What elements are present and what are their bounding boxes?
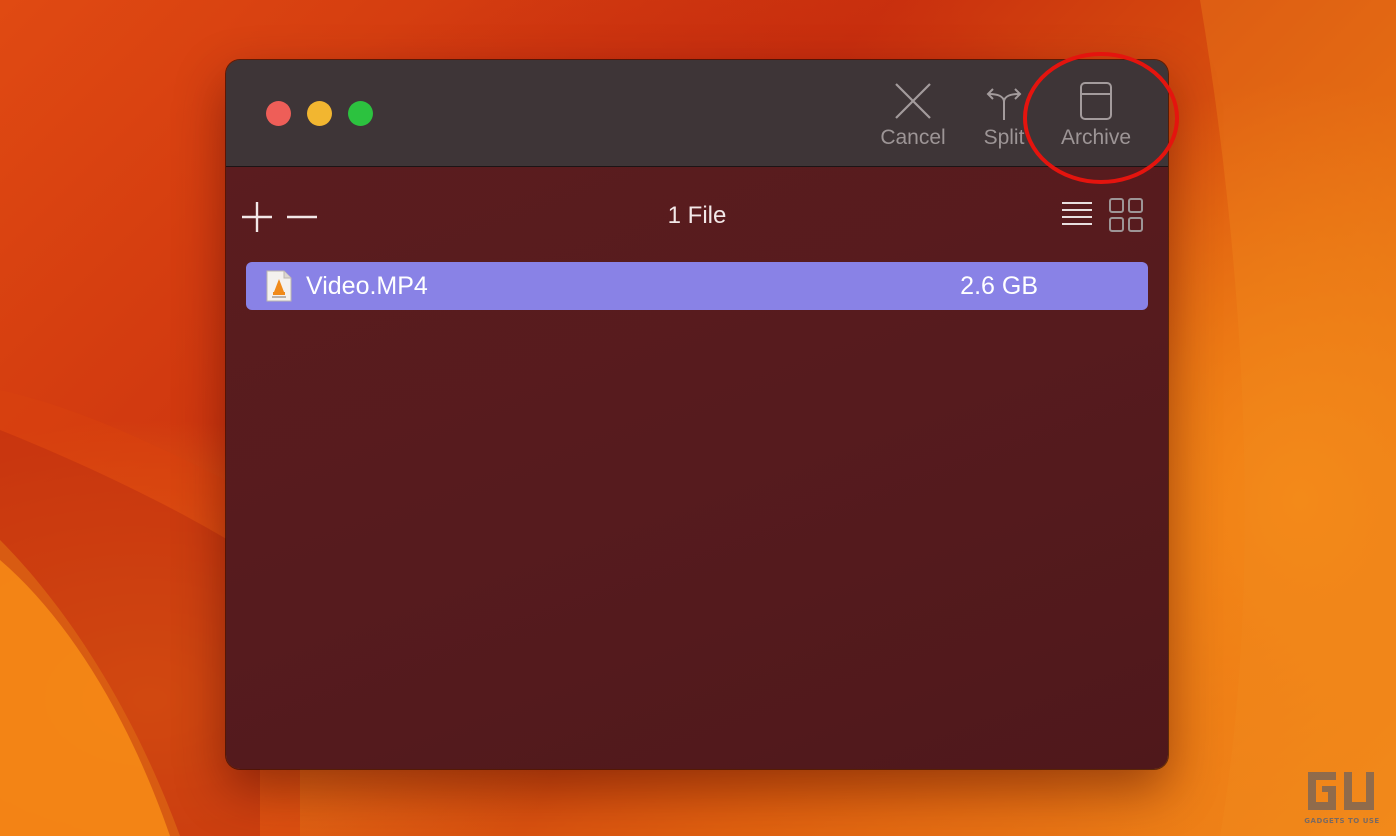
close-icon <box>895 83 931 119</box>
file-name: Video.MP4 <box>306 272 428 300</box>
vlc-file-icon <box>266 270 292 302</box>
zoom-window-button[interactable] <box>348 101 373 126</box>
split-arrows-icon <box>986 88 1022 120</box>
annotation-circle <box>1023 52 1179 184</box>
file-list-row[interactable]: Video.MP4 2.6 GB <box>246 262 1148 310</box>
close-window-button[interactable] <box>266 101 291 126</box>
list-view-icon[interactable] <box>1060 200 1094 230</box>
file-count-label: 1 File <box>667 202 727 229</box>
watermark-caption: GADGETS TO USE <box>1304 817 1380 825</box>
grid-view-icon[interactable] <box>1108 197 1144 233</box>
gadgets-to-use-logo <box>1308 772 1374 810</box>
cancel-button[interactable]: Cancel <box>874 80 952 160</box>
minimize-window-button[interactable] <box>307 101 332 126</box>
file-size: 2.6 GB <box>960 272 1038 300</box>
cancel-label: Cancel <box>880 126 946 149</box>
